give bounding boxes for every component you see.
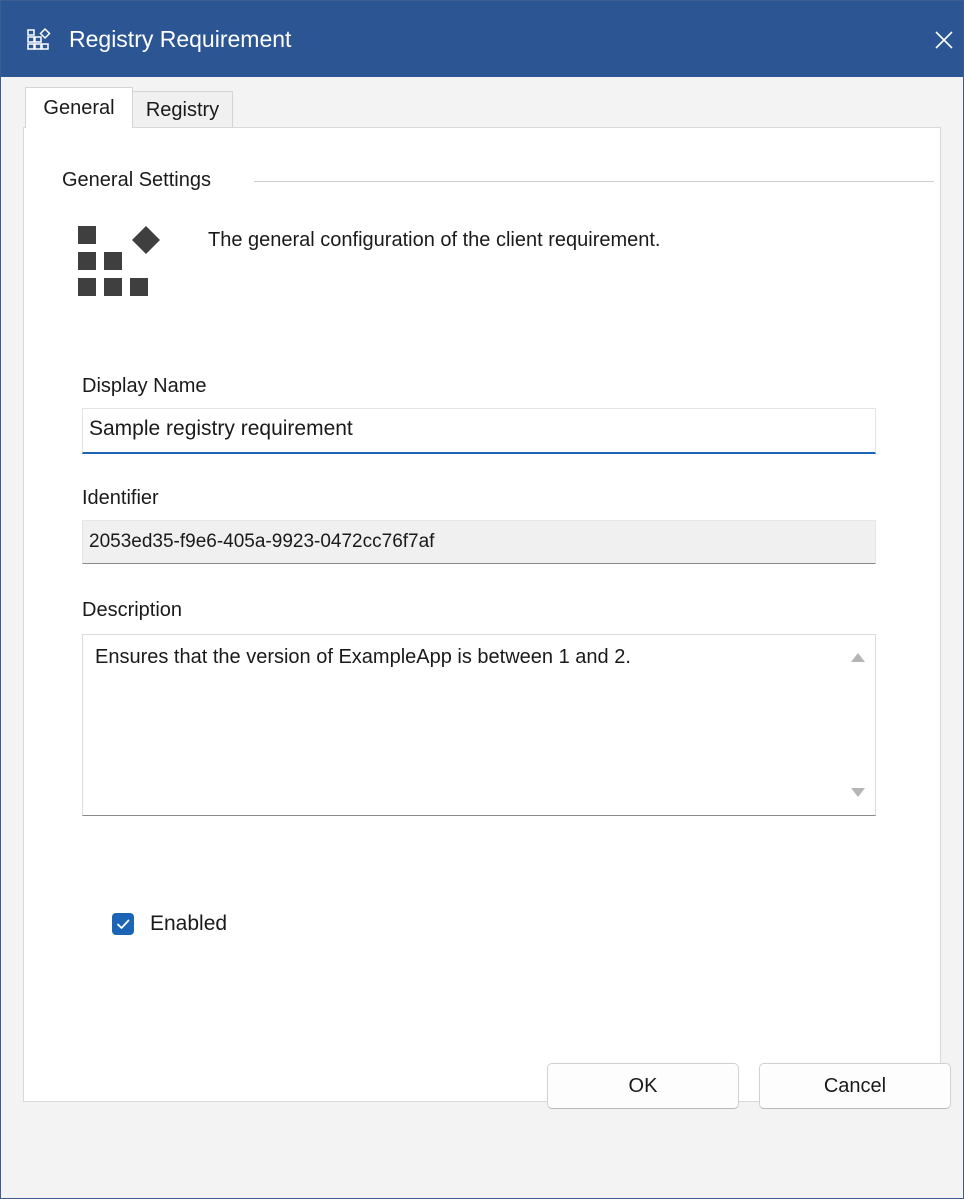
- window-title: Registry Requirement: [69, 26, 292, 52]
- description-text: Ensures that the version of ExampleApp i…: [95, 646, 631, 668]
- requirement-blocks-icon: [78, 226, 160, 296]
- ok-button[interactable]: OK: [547, 1063, 739, 1109]
- tab-general[interactable]: General: [25, 87, 133, 128]
- description-textarea[interactable]: Ensures that the version of ExampleApp i…: [82, 634, 876, 816]
- identifier-label: Identifier: [82, 487, 159, 509]
- general-intro-text: The general configuration of the client …: [208, 229, 661, 251]
- scroll-up-arrow-icon[interactable]: [851, 653, 865, 662]
- cancel-button[interactable]: Cancel: [759, 1063, 951, 1109]
- group-title: General Settings: [62, 168, 221, 192]
- scroll-down-arrow-icon[interactable]: [851, 788, 865, 797]
- general-tab-panel: General Settings The general configurati…: [23, 127, 941, 1102]
- checkmark-icon: [117, 919, 130, 929]
- display-name-label: Display Name: [82, 375, 207, 397]
- title-bar: Registry Requirement: [1, 1, 963, 77]
- dialog-window: Registry Requirement General Registry Ge…: [0, 0, 964, 1199]
- registry-requirement-icon: [27, 27, 51, 50]
- enabled-checkbox[interactable]: [112, 913, 134, 935]
- tab-strip: General Registry: [21, 87, 941, 128]
- identifier-field[interactable]: 2053ed35-f9e6-405a-9923-0472cc76f7af: [82, 520, 876, 564]
- display-name-input[interactable]: Sample registry requirement: [82, 408, 876, 454]
- description-label: Description: [82, 599, 183, 621]
- tab-registry[interactable]: Registry: [133, 91, 233, 127]
- close-icon[interactable]: [925, 21, 963, 59]
- dialog-client-area: General Registry General Settings The ge…: [1, 77, 963, 1198]
- description-scrollbar[interactable]: [839, 635, 875, 815]
- enabled-label[interactable]: Enabled: [150, 910, 227, 938]
- group-divider: [254, 181, 934, 182]
